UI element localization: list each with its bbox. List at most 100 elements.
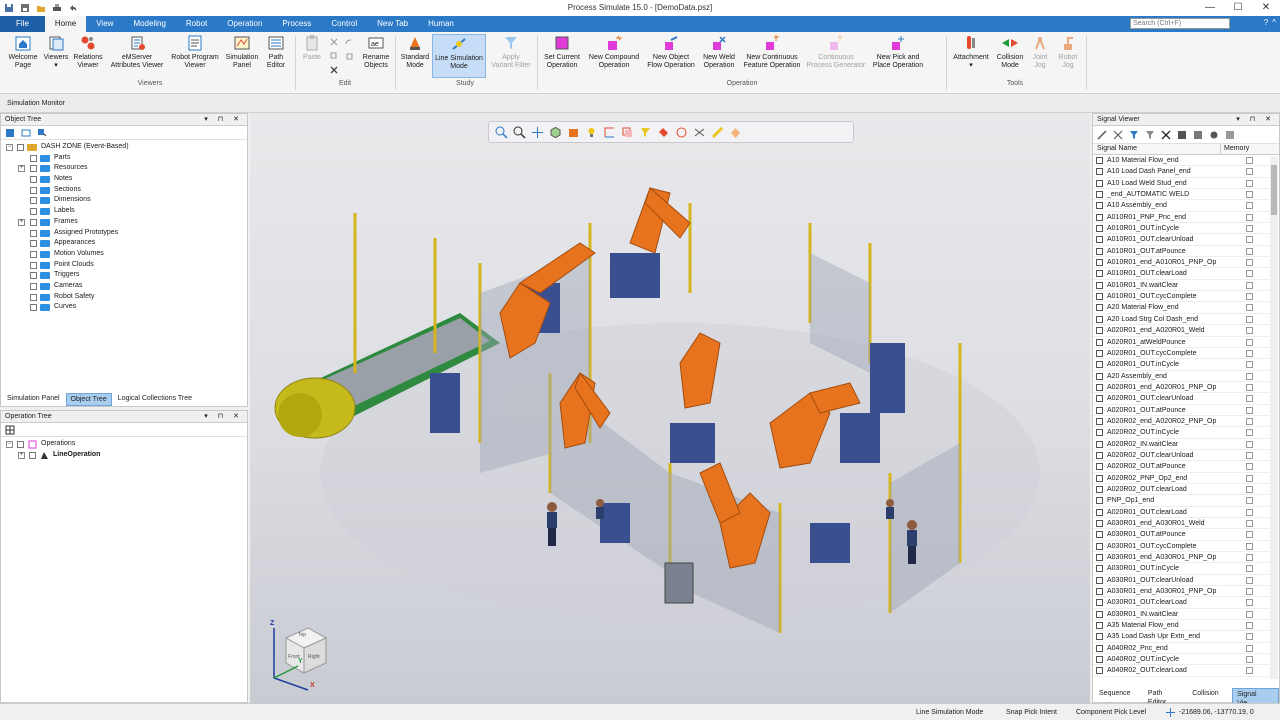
- tree-item-triggers[interactable]: Triggers: [1, 270, 247, 281]
- attachment-button[interactable]: Attachment ▾: [950, 34, 992, 70]
- tree-item-dimensions[interactable]: Dimensions: [1, 195, 247, 206]
- signal-row[interactable]: A010R01_OUT.atPounce: [1093, 246, 1271, 258]
- visibility-checkbox[interactable]: [30, 197, 37, 205]
- tree-item-point-clouds[interactable]: Point Clouds: [1, 260, 247, 271]
- factory-cell-scene[interactable]: [250, 143, 1090, 703]
- options-icon[interactable]: [729, 126, 742, 139]
- export-icon[interactable]: [1177, 130, 1187, 140]
- memory-checkbox[interactable]: [1246, 463, 1253, 471]
- pan-icon[interactable]: [531, 126, 544, 139]
- visibility-checkbox[interactable]: [29, 451, 36, 459]
- visibility-checkbox[interactable]: [30, 240, 37, 248]
- tab-control[interactable]: Control: [321, 16, 367, 32]
- status-pick-level[interactable]: Component Pick Level: [1076, 709, 1146, 716]
- settings-icon[interactable]: [1209, 130, 1219, 140]
- memory-checkbox[interactable]: [1246, 531, 1253, 539]
- memory-checkbox[interactable]: [1246, 327, 1253, 335]
- tab-process[interactable]: Process: [272, 16, 321, 32]
- visibility-checkbox[interactable]: [30, 229, 37, 237]
- visibility-checkbox[interactable]: [17, 441, 24, 448]
- memory-checkbox[interactable]: [1246, 565, 1253, 573]
- frame-icon[interactable]: [603, 126, 616, 139]
- signal-row[interactable]: A020R01_atWeldPounce: [1093, 337, 1271, 348]
- tree-root-item[interactable]: − DASH ZONE (Event-Based): [1, 142, 247, 153]
- signal-row[interactable]: A35 Load Dash Upr Extn_end: [1093, 631, 1271, 643]
- tab-logical-collections-tree[interactable]: Logical Collections Tree: [114, 393, 196, 406]
- cut-icon[interactable]: [330, 38, 338, 46]
- tab-simulation-panel[interactable]: Simulation Panel: [3, 393, 64, 406]
- tab-human[interactable]: Human: [418, 16, 464, 32]
- memory-checkbox[interactable]: [1246, 508, 1253, 516]
- new-signal-icon[interactable]: [1097, 129, 1107, 140]
- memory-checkbox[interactable]: [1246, 157, 1253, 164]
- operations-root-item[interactable]: − Operations: [1, 439, 247, 450]
- signal-row[interactable]: A010R01_OUT.clearLoad: [1093, 268, 1271, 280]
- markup-icon[interactable]: [711, 126, 724, 139]
- signal-row[interactable]: A030R01_IN.waitClear: [1093, 609, 1271, 621]
- memory-checkbox[interactable]: [1246, 667, 1253, 675]
- search-input[interactable]: Search (Ctrl+F): [1130, 18, 1230, 29]
- tab-operation[interactable]: Operation: [217, 16, 272, 32]
- welcome-page-button[interactable]: Welcome Page: [6, 34, 40, 70]
- selection-filter-icon[interactable]: [621, 126, 634, 139]
- signal-row[interactable]: A10 Assembly_end: [1093, 200, 1271, 212]
- visibility-checkbox[interactable]: [30, 208, 37, 216]
- signal-row[interactable]: A040R02_Pnc_end: [1093, 643, 1271, 655]
- signal-row[interactable]: A020R02_end_A020R02_PNP_Op: [1093, 416, 1271, 428]
- close-button[interactable]: ✕: [1252, 0, 1280, 16]
- signal-row[interactable]: A10 Load Dash Panel_end: [1093, 166, 1271, 178]
- signal-row[interactable]: A020R02_OUT.inCycle: [1093, 427, 1271, 439]
- set-current-operation-button[interactable]: Set Current Operation: [540, 34, 584, 70]
- memory-checkbox[interactable]: [1246, 497, 1253, 505]
- visibility-checkbox[interactable]: [30, 261, 37, 269]
- memory-checkbox[interactable]: [1246, 622, 1253, 630]
- status-snap-pick-intent[interactable]: Snap Pick Intent: [1006, 709, 1057, 716]
- visibility-checkbox[interactable]: [30, 250, 37, 258]
- memory-checkbox[interactable]: [1246, 179, 1253, 187]
- visibility-checkbox[interactable]: [17, 144, 24, 151]
- memory-checkbox[interactable]: [1246, 610, 1253, 618]
- signal-row[interactable]: A020R02_PNP_Op2_end: [1093, 473, 1271, 484]
- signal-row[interactable]: A020R01_end_A020R01_Weld: [1093, 325, 1271, 337]
- memory-checkbox[interactable]: [1246, 429, 1253, 437]
- memory-checkbox[interactable]: [1246, 270, 1253, 278]
- memory-checkbox[interactable]: [1246, 247, 1253, 255]
- tree-item-appearances[interactable]: Appearances: [1, 238, 247, 249]
- signal-row[interactable]: _end_AUTOMATIC WELD: [1093, 189, 1271, 201]
- simulation-panel-button[interactable]: Simulation Panel: [222, 34, 262, 70]
- new-continuous-feature-operation-button[interactable]: New Continuous Feature Operation: [740, 34, 804, 70]
- panel-controls[interactable]: ▾ ⊓ ✕: [204, 411, 243, 423]
- signal-list-scrollbar[interactable]: [1270, 157, 1278, 679]
- visibility-checkbox[interactable]: [30, 293, 37, 301]
- tree-options-icon[interactable]: [37, 128, 47, 138]
- open-icon[interactable]: [36, 3, 46, 13]
- tree-item-frames[interactable]: + Frames: [1, 217, 247, 228]
- relations-viewer-button[interactable]: Relations Viewer: [70, 34, 106, 70]
- import-icon[interactable]: [1193, 130, 1203, 140]
- memory-checkbox[interactable]: [1246, 576, 1253, 584]
- path-editor-button[interactable]: Path Editor: [262, 34, 290, 70]
- snapshot-icon[interactable]: [693, 126, 706, 139]
- memory-checkbox[interactable]: [1246, 599, 1253, 607]
- robot-jog-button[interactable]: Robot Jog: [1056, 34, 1080, 70]
- memory-checkbox[interactable]: [1246, 474, 1253, 482]
- help-icon[interactable]: ?: [1264, 18, 1268, 27]
- tree-item-robot-safety[interactable]: Robot Safety: [1, 292, 247, 303]
- tree-filter-icon[interactable]: [5, 128, 15, 138]
- memory-checkbox[interactable]: [1246, 293, 1253, 301]
- control-cabinet[interactable]: [664, 562, 694, 604]
- section-icon[interactable]: [657, 126, 670, 139]
- signal-row[interactable]: A010R01_PNP_Pnc_end: [1093, 212, 1271, 224]
- tab-new-tab[interactable]: New Tab: [367, 16, 418, 32]
- tree-item-labels[interactable]: Labels: [1, 206, 247, 217]
- signal-row[interactable]: A010R01_OUT.cycComplete: [1093, 291, 1271, 303]
- emserver-attributes-viewer-button[interactable]: eMServer Attributes Viewer: [104, 34, 170, 70]
- signal-row[interactable]: A020R01_OUT.cycComplete: [1093, 348, 1271, 360]
- memory-checkbox[interactable]: [1246, 440, 1253, 448]
- visibility-checkbox[interactable]: [30, 218, 37, 226]
- rename-objects-button[interactable]: ae Rename Objects: [360, 34, 392, 70]
- collapse-icon[interactable]: −: [6, 441, 13, 448]
- tree-item-assigned-prototypes[interactable]: Assigned Prototypes: [1, 228, 247, 239]
- tree-item-resources[interactable]: + Resources: [1, 163, 247, 174]
- visibility-checkbox[interactable]: [30, 176, 37, 184]
